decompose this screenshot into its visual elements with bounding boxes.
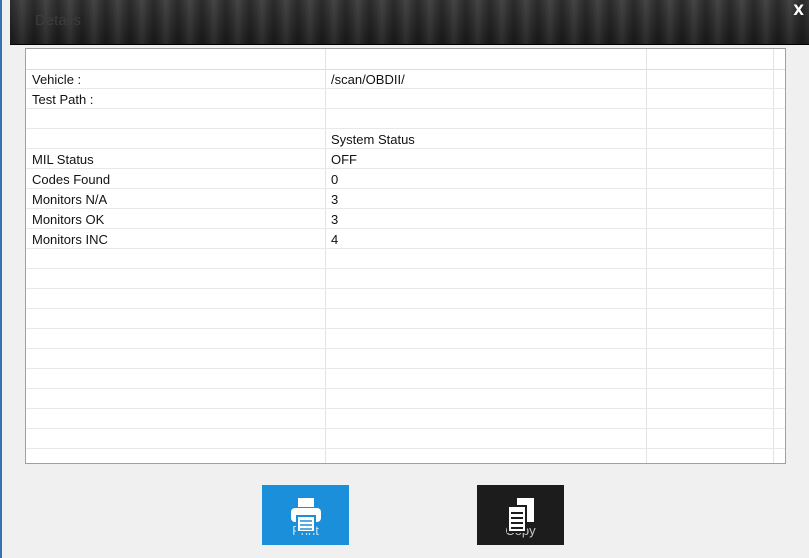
close-button[interactable]: X <box>793 3 804 19</box>
window-title: Details <box>35 12 81 29</box>
table-row[interactable]: Test Path : <box>26 89 785 109</box>
row-value: 0 <box>331 172 339 187</box>
row-value: OFF <box>331 152 357 167</box>
empty-row <box>26 369 785 389</box>
empty-row <box>26 309 785 329</box>
table-row[interactable] <box>26 109 785 129</box>
row-value: 4 <box>331 232 339 247</box>
empty-row <box>26 249 785 269</box>
table-row[interactable]: Monitors OK 3 <box>26 209 785 229</box>
print-button[interactable]: Print <box>262 485 349 545</box>
row-value: /scan/OBDII/ <box>331 72 405 87</box>
row-value: 3 <box>331 212 339 227</box>
empty-row <box>26 269 785 289</box>
empty-row <box>26 329 785 349</box>
row-value: 3 <box>331 192 339 207</box>
empty-row <box>26 389 785 409</box>
empty-row <box>26 409 785 429</box>
table-row[interactable]: MIL Status OFF <box>26 149 785 169</box>
table-row[interactable]: Vehicle : /scan/OBDII/ <box>26 69 785 89</box>
row-label: Codes Found <box>32 172 111 187</box>
table-row[interactable]: Monitors INC 4 <box>26 229 785 249</box>
table-row[interactable]: System Status <box>26 129 785 149</box>
empty-row <box>26 349 785 369</box>
row-label: Monitors INC <box>32 232 108 247</box>
empty-row <box>26 429 785 449</box>
grid-header <box>26 49 785 70</box>
section-heading: System Status <box>331 132 415 147</box>
empty-row <box>26 289 785 309</box>
printer-icon <box>290 498 321 533</box>
row-label: MIL Status <box>32 152 94 167</box>
empty-row <box>26 449 785 463</box>
table-row[interactable]: Monitors N/A 3 <box>26 189 785 209</box>
table-row[interactable]: Codes Found 0 <box>26 169 785 189</box>
row-label: Vehicle : <box>32 72 82 87</box>
row-label: Monitors OK <box>32 212 105 227</box>
row-label: Test Path : <box>32 92 94 107</box>
row-label: Monitors N/A <box>32 192 108 207</box>
copy-icon <box>506 498 534 533</box>
details-window: Details X Vehicle : /scan/OBDII/ Test Pa… <box>0 0 809 558</box>
title-bar: Details X <box>10 0 809 45</box>
details-grid[interactable]: Vehicle : /scan/OBDII/ Test Path : Syste… <box>25 48 786 464</box>
copy-button[interactable]: Copy <box>477 485 564 545</box>
